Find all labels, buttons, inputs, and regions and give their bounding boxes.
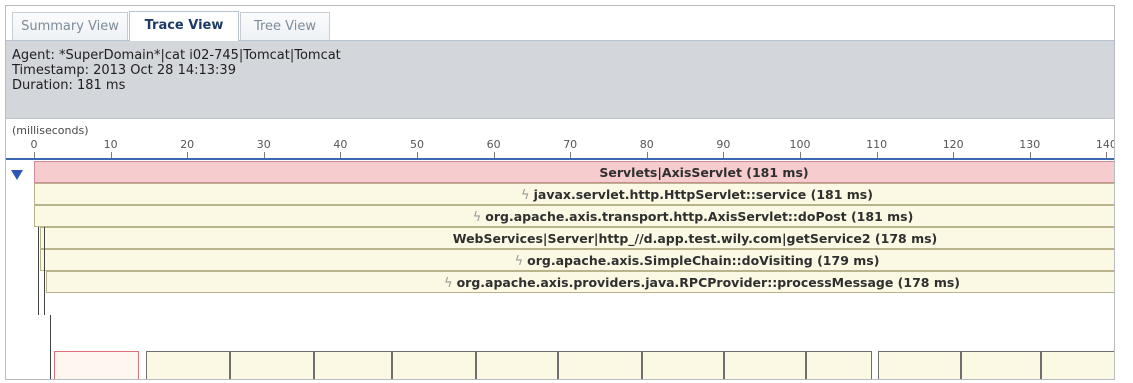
child-call-cell[interactable] — [54, 351, 139, 379]
child-call-cell[interactable] — [314, 351, 392, 379]
nesting-line — [44, 227, 45, 315]
ruler-tick-label: 0 — [30, 138, 38, 151]
ruler-tick-mark — [493, 152, 495, 158]
ruler-tick-mark — [417, 152, 418, 158]
trace-row-text: WebServices|Server|http_//d.app.test.wil… — [452, 231, 938, 246]
torn-edge-decoration — [1123, 0, 1133, 383]
ruler-tick-mark — [340, 152, 342, 158]
trace-row[interactable]: ϟ org.apache.axis.SimpleChain::doVisiting… — [40, 249, 1114, 271]
lightning-bolt-icon: ϟ — [443, 276, 453, 291]
ruler-tick-label: 60 — [486, 138, 501, 151]
ruler-tick-mark — [34, 152, 35, 158]
trace-row-text: Servlets|AxisServlet (181 ms) — [599, 165, 809, 180]
trace-row[interactable]: ϟ javax.servlet.http.HttpServlet::service… — [34, 183, 1114, 205]
tab-tree-view[interactable]: Tree View — [240, 12, 330, 40]
child-call-cell[interactable] — [961, 351, 1041, 379]
trace-row-text: javax.servlet.http.HttpServlet::service … — [533, 187, 873, 202]
timestamp-text: Timestamp: 2013 Oct 28 14:13:39 — [12, 63, 236, 78]
ruler-tick-mark — [800, 152, 801, 158]
ruler-tick-mark — [723, 152, 725, 158]
ruler-tick-label: 100 — [789, 138, 811, 151]
child-call-cell[interactable] — [1041, 351, 1114, 379]
child-call-cell[interactable] — [392, 351, 476, 379]
ruler-tick-mark — [1029, 152, 1031, 158]
time-ruler: (milliseconds) 0 10 20 30 40 50 60 70 80 90 100 110… — [6, 119, 1115, 160]
trace-window: Summary View Trace View Tree View Agent:… — [5, 5, 1115, 380]
duration-text: Duration: 181 ms — [12, 78, 126, 93]
ruler-tick-label: 10 — [103, 138, 118, 151]
ruler-tick-label: 20 — [180, 138, 195, 151]
lightning-bolt-icon: ϟ — [514, 254, 524, 269]
ruler-tick-label: 80 — [639, 138, 654, 151]
trace-row-label: Servlets|AxisServlet (181 ms) — [599, 162, 808, 183]
ruler-axis-line — [6, 158, 1114, 160]
ruler-tick-mark — [876, 152, 878, 158]
trace-row[interactable]: ϟ org.apache.axis.transport.http.AxisServ… — [34, 205, 1114, 227]
tab-summary-view[interactable]: Summary View — [12, 12, 128, 40]
ruler-tick-mark — [570, 152, 572, 158]
trace-row-label: ϟ org.apache.axis.SimpleChain::doVisiting… — [515, 250, 880, 271]
ruler-tick-label: 120 — [942, 138, 964, 151]
ruler-tick-mark — [1106, 152, 1108, 158]
trace-row[interactable]: WebServices|Server|http_//d.app.test.wil… — [40, 227, 1114, 249]
ruler-tick-mark — [187, 152, 189, 158]
ruler-tick-label: 30 — [256, 138, 271, 151]
triangle-down-icon[interactable] — [11, 170, 23, 180]
child-call-cell[interactable] — [724, 351, 806, 379]
child-call-cell[interactable] — [878, 351, 961, 379]
child-call-cell[interactable] — [230, 351, 314, 379]
lightning-bolt-icon: ϟ — [472, 210, 482, 225]
ruler-tick-mark — [110, 152, 112, 158]
child-call-cell[interactable] — [558, 351, 642, 379]
trace-row-label: ϟ org.apache.axis.transport.http.AxisServ… — [473, 206, 914, 227]
ruler-tick-label: 130 — [1019, 138, 1041, 151]
ruler-unit-label: (milliseconds) — [12, 124, 89, 137]
trace-row-label: ϟ org.apache.axis.providers.java.RPCProvi… — [444, 272, 960, 293]
nesting-line — [50, 315, 51, 379]
ruler-tick-mark — [263, 152, 265, 158]
ruler-tick-label: 140 — [1095, 138, 1115, 151]
trace-row-text: org.apache.axis.transport.http.AxisServl… — [485, 209, 914, 224]
child-call-cell[interactable] — [806, 351, 872, 379]
lightning-bolt-icon: ϟ — [521, 188, 530, 203]
trace-row-label: ϟ javax.servlet.http.HttpServlet::service… — [521, 184, 873, 205]
agent-text: Agent: *SuperDomain*|cat i02-745|Tomcat|… — [12, 48, 341, 63]
view-tab-bar: Summary View Trace View Tree View — [6, 6, 1114, 41]
ruler-tick-label: 110 — [866, 138, 888, 151]
child-call-cell[interactable] — [146, 351, 230, 379]
trace-row-text: org.apache.axis.providers.java.RPCProvid… — [456, 275, 961, 290]
trace-timeline: Servlets|AxisServlet (181 ms) ϟ javax.serv… — [6, 161, 1114, 379]
nesting-line — [38, 227, 39, 315]
tab-trace-view[interactable]: Trace View — [129, 11, 239, 41]
ruler-tick-label: 90 — [716, 138, 731, 151]
child-call-cell[interactable] — [642, 351, 724, 379]
ruler-tick-label: 40 — [333, 138, 348, 151]
ruler-tick-mark — [953, 152, 955, 158]
transaction-info-header: Agent: *SuperDomain*|cat i02-745|Tomcat|… — [6, 41, 1114, 119]
ruler-tick-mark — [646, 152, 648, 158]
child-call-cell[interactable] — [476, 351, 558, 379]
trace-row[interactable]: ϟ org.apache.axis.providers.java.RPCProvi… — [46, 271, 1114, 293]
trace-row[interactable]: Servlets|AxisServlet (181 ms) — [34, 161, 1114, 183]
ruler-tick-label: 50 — [410, 138, 424, 151]
trace-row-text: org.apache.axis.SimpleChain::doVisiting … — [527, 253, 880, 268]
trace-row-label: WebServices|Server|http_//d.app.test.wil… — [453, 228, 938, 249]
ruler-tick-label: 70 — [563, 138, 578, 151]
